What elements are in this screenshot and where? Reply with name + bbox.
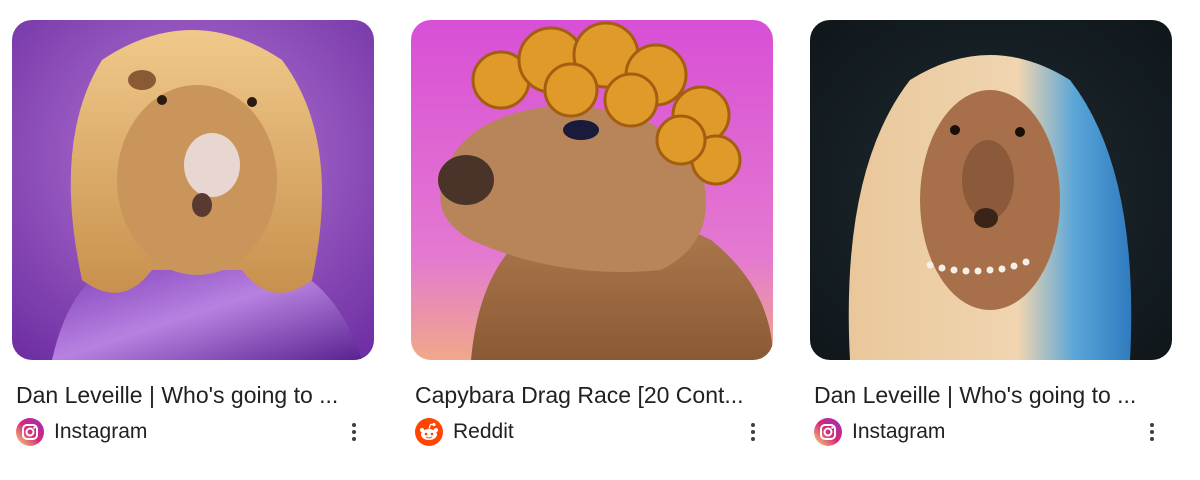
result-title[interactable]: Capybara Drag Race [20 Cont... [415, 380, 771, 410]
result-thumbnail[interactable] [12, 20, 374, 360]
result-thumbnail[interactable] [411, 20, 773, 360]
result-title[interactable]: Dan Leveille | Who's going to ... [16, 380, 372, 410]
more-options-icon[interactable] [743, 418, 763, 446]
source-name[interactable]: Reddit [453, 420, 514, 444]
result-source-row: Reddit [415, 418, 773, 446]
capybara-curly-wig-image [411, 20, 773, 360]
capybara-blonde-wig-image [12, 20, 374, 360]
image-result-card[interactable]: Dan Leveille | Who's going to ... Instag… [810, 20, 1172, 446]
result-thumbnail[interactable] [810, 20, 1172, 360]
instagram-icon [16, 418, 44, 446]
source-name[interactable]: Instagram [852, 420, 945, 444]
source-name[interactable]: Instagram [54, 420, 147, 444]
reddit-icon [415, 418, 443, 446]
instagram-icon [814, 418, 842, 446]
capybara-long-wig-image [810, 20, 1172, 360]
result-source-row: Instagram [16, 418, 374, 446]
image-result-card[interactable]: Dan Leveille | Who's going to ... Instag… [12, 20, 374, 446]
image-result-card[interactable]: Capybara Drag Race [20 Cont... Reddit [411, 20, 773, 446]
result-source-row: Instagram [814, 418, 1172, 446]
more-options-icon[interactable] [1142, 418, 1162, 446]
more-options-icon[interactable] [344, 418, 364, 446]
result-title[interactable]: Dan Leveille | Who's going to ... [814, 380, 1170, 410]
